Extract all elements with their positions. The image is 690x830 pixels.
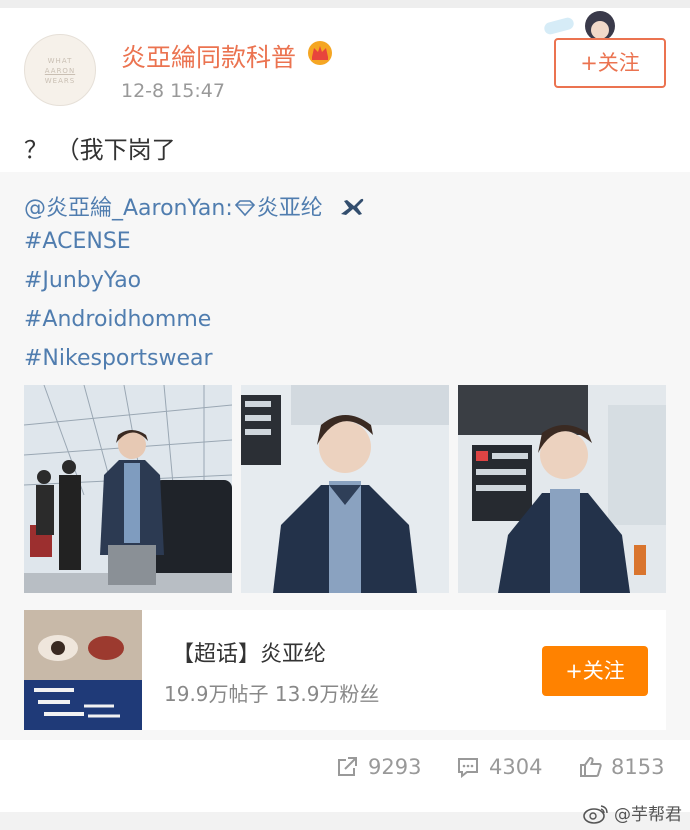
- mention-name: 炎亚纶: [256, 196, 323, 221]
- post-photo[interactable]: [458, 385, 666, 593]
- hashtag-link[interactable]: #Androidhomme: [24, 307, 211, 332]
- like-icon: [580, 756, 602, 777]
- topic-cover-image: [24, 610, 142, 730]
- repost-mention-line: @炎亞綸_AaronYan: 炎亚纶: [24, 190, 366, 222]
- avatar-text-line: WEARS: [44, 77, 76, 85]
- topic-title: 【超话】炎亚纶: [172, 642, 327, 667]
- avatar-text-line: AARON: [44, 67, 76, 75]
- repost-icon: [338, 757, 357, 776]
- super-topic-card[interactable]: 【超话】炎亚纶 19.9万帖子 13.9万粉丝 +关注: [24, 610, 666, 730]
- hashtag-link[interactable]: #ACENSE: [24, 229, 131, 254]
- avatar[interactable]: WHAT AARON WEARS: [24, 34, 96, 106]
- like-count: 8153: [611, 755, 665, 779]
- hashtag-link[interactable]: #JunbyYao: [24, 268, 141, 293]
- airplane-icon: [340, 198, 364, 215]
- diamond-icon: [234, 200, 255, 217]
- topic-stats: 19.9万帖子 13.9万粉丝: [164, 682, 380, 706]
- repost-count: 9293: [368, 755, 422, 779]
- comment-count: 4304: [489, 755, 543, 779]
- hashtag-link[interactable]: #Nikesportswear: [24, 346, 213, 371]
- avatar-text-line: WHAT: [47, 57, 73, 65]
- post-time: 12-8 15:47: [121, 80, 225, 102]
- weibo-post-card: WHAT AARON WEARS 炎亞綸同款科普 12-8 15:47 +关注 …: [0, 0, 690, 812]
- watermark: @芋帮君: [582, 800, 682, 825]
- mention-link[interactable]: @炎亞綸_AaronYan:: [24, 196, 233, 221]
- topic-follow-button[interactable]: +关注: [542, 646, 648, 696]
- crown-badge-icon: [308, 41, 332, 65]
- post-text: ？ （我下岗了: [24, 136, 176, 164]
- post-photo[interactable]: [24, 385, 232, 593]
- comment-icon: [458, 758, 478, 778]
- username[interactable]: 炎亞綸同款科普: [121, 38, 296, 74]
- watermark-text: @芋帮君: [614, 805, 682, 825]
- weibo-logo-icon: [582, 805, 608, 824]
- post-photo[interactable]: [241, 385, 449, 593]
- follow-button[interactable]: +关注: [554, 38, 666, 88]
